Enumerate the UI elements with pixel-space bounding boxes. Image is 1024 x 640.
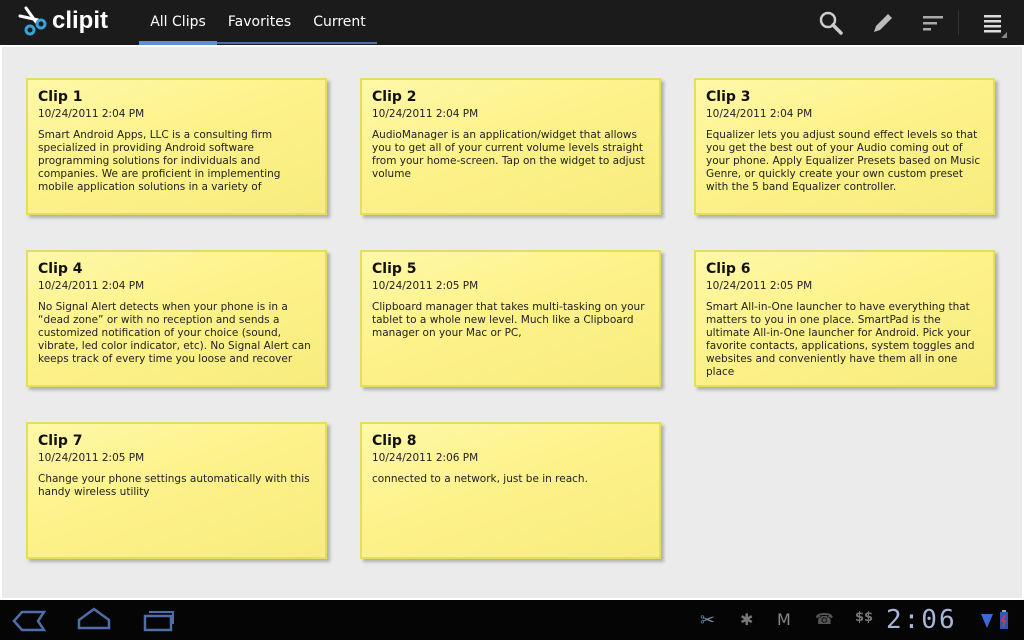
home-icon[interactable]	[77, 606, 111, 632]
clip-title: Clip 8	[372, 433, 417, 449]
clip-title: Clip 1	[38, 89, 83, 105]
search-icon[interactable]	[818, 10, 844, 36]
battery-icon[interactable]	[999, 610, 1009, 630]
clip-date: 10/24/2011 2:05 PM	[372, 280, 479, 292]
divider	[958, 10, 959, 35]
menu-icon[interactable]	[980, 10, 1008, 38]
clip-date: 10/24/2011 2:04 PM	[38, 280, 145, 292]
clip-body: Change your phone settings automatically…	[38, 473, 310, 498]
phone-icon[interactable]: ☎	[815, 610, 835, 630]
bug-icon[interactable]: ✱	[740, 610, 760, 630]
clip-card[interactable]: Clip 2 10/24/2011 2:04 PM AudioManager is …	[360, 78, 661, 215]
sort-icon[interactable]	[921, 10, 947, 36]
clip-title: Clip 5	[372, 261, 417, 277]
tab-all-clips[interactable]: All Clips	[139, 0, 217, 45]
clip-body: Clipboard manager that takes multi-taski…	[372, 301, 645, 339]
clip-date: 10/24/2011 2:05 PM	[38, 452, 145, 464]
recent-apps-icon[interactable]	[142, 608, 176, 632]
clip-date: 10/24/2011 2:04 PM	[38, 108, 145, 120]
app-logo: clipit	[18, 6, 108, 36]
clip-card[interactable]: Clip 1 10/24/2011 2:04 PM Smart Android Ap…	[26, 78, 327, 215]
back-icon[interactable]	[12, 610, 46, 632]
scissors-icon[interactable]: ✂	[700, 610, 720, 631]
clip-body: Smart All-in-One launcher to have everyt…	[706, 301, 975, 378]
clip-card[interactable]: Clip 8 10/24/2011 2:06 PM connected to a n…	[360, 422, 661, 559]
gmail-icon[interactable]: M	[777, 610, 797, 630]
clip-body: connected to a network, just be in reach…	[372, 473, 588, 485]
tab-current[interactable]: Current	[302, 0, 377, 45]
clip-card[interactable]: Clip 6 10/24/2011 2:05 PM Smart All-in-One…	[694, 250, 995, 387]
clip-body: No Signal Alert detects when your phone …	[38, 301, 311, 365]
app-name: clipit	[52, 7, 109, 34]
wifi-signal-icon[interactable]	[981, 612, 993, 630]
clip-body: Smart Android Apps, LLC is a consulting …	[38, 129, 281, 193]
clock[interactable]: 2:06	[886, 606, 957, 634]
clip-title: Clip 6	[706, 261, 751, 277]
clip-body: Equalizer lets you adjust sound effect l…	[706, 129, 981, 193]
clip-card[interactable]: Clip 5 10/24/2011 2:05 PM Clipboard manage…	[360, 250, 661, 387]
clip-date: 10/24/2011 2:04 PM	[706, 108, 813, 120]
action-bar: clipit All Clips Favorites Current	[0, 0, 1024, 45]
clip-title: Clip 3	[706, 89, 751, 105]
clip-title: Clip 4	[38, 261, 83, 277]
clip-title: Clip 2	[372, 89, 417, 105]
pencil-icon[interactable]	[870, 10, 896, 36]
clip-card[interactable]: Clip 4 10/24/2011 2:04 PM No Signal Alert …	[26, 250, 327, 387]
content-area: Clip 1 10/24/2011 2:04 PM Smart Android Ap…	[0, 45, 1024, 600]
clip-title: Clip 7	[38, 433, 83, 449]
clip-date: 10/24/2011 2:06 PM	[372, 452, 479, 464]
tab-underline	[217, 42, 377, 44]
tab-favorites[interactable]: Favorites	[217, 0, 302, 45]
clip-date: 10/24/2011 2:05 PM	[706, 280, 813, 292]
clip-card[interactable]: Clip 7 10/24/2011 2:05 PM Change your phon…	[26, 422, 327, 559]
clip-grid: Clip 1 10/24/2011 2:04 PM Smart Android Ap…	[2, 47, 1022, 598]
clip-card[interactable]: Clip 3 10/24/2011 2:04 PM Equalizer lets y…	[694, 78, 995, 215]
dollar-icon[interactable]: $$	[855, 610, 875, 630]
scissors-icon	[18, 6, 47, 36]
clip-date: 10/24/2011 2:04 PM	[372, 108, 479, 120]
clip-body: AudioManager is an application/widget th…	[372, 129, 645, 180]
